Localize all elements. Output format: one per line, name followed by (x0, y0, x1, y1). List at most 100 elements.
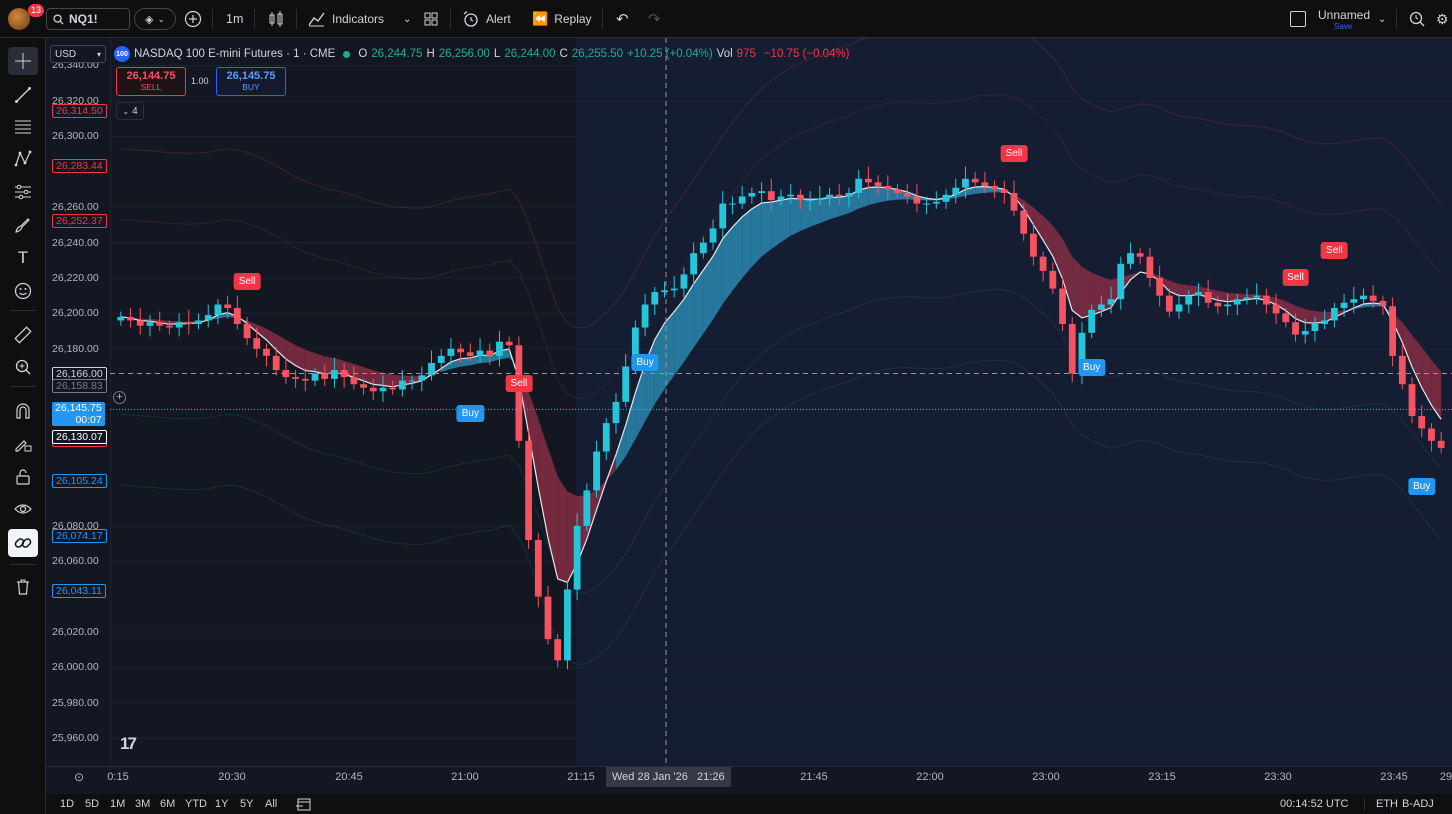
divider (1396, 9, 1397, 29)
current-price: 26,145.75 (55, 402, 102, 415)
candle-body (1301, 331, 1309, 335)
symbol-search[interactable]: NQ1! (46, 0, 130, 38)
add-symbol-button[interactable] (184, 0, 202, 38)
ma-cloud-segment (480, 355, 490, 364)
price-chart[interactable] (46, 38, 1452, 766)
range-button-5d[interactable]: 5D (85, 794, 99, 814)
crosshair-tool[interactable] (8, 47, 38, 75)
candle-body (1418, 416, 1426, 429)
text-tool[interactable]: T (8, 244, 38, 272)
range-button-1d[interactable]: 1D (60, 794, 74, 814)
ma-cloud-segment (829, 197, 840, 220)
candle-body (845, 192, 853, 197)
projection-tool[interactable] (8, 178, 38, 206)
candle-body (573, 525, 581, 590)
crosshair-time-label: Wed 28 Jan '26 21:26 (606, 767, 731, 787)
time-axis[interactable]: ⊙ 0:15 20:30 20:45 21:00 21:15 21:45 22:00 23:0… (46, 766, 1452, 794)
ma-cloud-segment (800, 198, 811, 232)
lock-drawings-tool[interactable] (8, 463, 38, 491)
chart-legend[interactable]: 100 NASDAQ 100 E-mini Futures · 1 · CME … (114, 46, 850, 62)
sell-signal-label: Sell (1321, 242, 1348, 260)
candle-body (709, 228, 717, 243)
layout-checkbox[interactable] (1290, 0, 1306, 38)
trend-line-tool[interactable] (8, 81, 38, 109)
add-alert-plus-icon[interactable]: + (113, 391, 126, 404)
brush-tool[interactable] (8, 211, 38, 239)
stay-drawing-tool[interactable] (8, 430, 38, 458)
alert-button[interactable]: Alert (462, 0, 511, 38)
remove-drawings-tool[interactable] (8, 573, 38, 601)
candle-body (1195, 292, 1202, 296)
avatar (8, 8, 30, 30)
adjustment-button[interactable]: B-ADJ (1402, 794, 1434, 814)
quick-search-button[interactable] (1408, 0, 1426, 38)
pattern-tool[interactable] (8, 145, 38, 173)
ma-cloud-segment (315, 352, 325, 375)
compare-menu-button[interactable]: ◈ ⌄ (134, 0, 176, 38)
candle-body (981, 182, 989, 186)
trend-line-icon (15, 87, 31, 103)
chevron-down-icon[interactable]: ⌄ (1378, 0, 1386, 38)
indicators-button[interactable]: Indicators ⌄ (308, 0, 411, 38)
candle-body (971, 178, 979, 183)
indicators-collapse-button[interactable]: ⌄ 4 (116, 102, 144, 120)
order-quantity[interactable]: 1.00 (191, 76, 209, 86)
currency-select[interactable]: USD ▾ (50, 45, 106, 63)
unlock-icon (16, 469, 30, 485)
chevron-down-icon: ⌄ (403, 13, 412, 25)
ma-cloud-segment (839, 195, 849, 217)
user-avatar[interactable]: 13 (8, 0, 45, 38)
utc-clock[interactable]: 00:14:52 UTC (1280, 794, 1348, 814)
divider (10, 310, 36, 311)
magnet-tool[interactable] (8, 397, 38, 425)
sync-drawings-tool[interactable] (8, 529, 38, 557)
layouts-button[interactable] (424, 0, 438, 38)
sell-button[interactable]: 26,144.75 SELL (116, 67, 186, 96)
hide-drawings-tool[interactable] (8, 495, 38, 523)
open-value: 26,244.75 (371, 48, 423, 60)
session-button[interactable]: ETH (1376, 794, 1398, 814)
candle-body (544, 596, 552, 640)
range-button-3m[interactable]: 3M (135, 794, 150, 814)
candle-body (156, 322, 164, 326)
price-tick-label: 26,220.00 (52, 271, 99, 284)
undo-button[interactable]: ↶ (616, 0, 629, 38)
replay-button[interactable]: ⏪ Replay (532, 0, 592, 38)
date-range-button[interactable] (296, 794, 312, 814)
range-button-6m[interactable]: 6M (160, 794, 175, 814)
symbol-title[interactable]: NASDAQ 100 E-mini Futures · 1 · CME (134, 48, 335, 60)
magnet-icon (16, 403, 30, 419)
chevron-down-icon: ⌄ (122, 106, 130, 116)
emoji-tool[interactable] (8, 277, 38, 305)
settings-circle-icon[interactable]: ⊙ (74, 770, 84, 784)
interval-button[interactable]: 1m (226, 0, 243, 38)
range-button-1y[interactable]: 1Y (215, 794, 228, 814)
range-button-ytd[interactable]: YTD (185, 794, 207, 814)
candle-body (894, 189, 901, 193)
fib-tool[interactable] (8, 113, 38, 141)
candle-body (699, 242, 707, 254)
settings-button[interactable]: ⚙ (1436, 0, 1449, 38)
chart-type-button[interactable] (268, 0, 284, 38)
ma-cloud-segment (742, 208, 752, 279)
candle-body (593, 451, 600, 491)
redo-button[interactable]: ↷ (648, 0, 661, 38)
price-tick-label: 26,240.00 (52, 236, 99, 249)
candle-body (1175, 304, 1183, 312)
price-level-badge: 26,043.11 (52, 584, 106, 599)
diamond-icon: ◈ (144, 13, 154, 26)
range-button-1m[interactable]: 1M (110, 794, 125, 814)
low-label: L (493, 48, 501, 60)
candle-body (233, 308, 241, 324)
candle-body (602, 423, 610, 452)
zoom-tool[interactable] (8, 353, 38, 381)
candle-body (1224, 304, 1231, 307)
candle-body (311, 373, 319, 381)
ruler-tool[interactable] (8, 321, 38, 349)
buy-button[interactable]: 26,145.75 BUY (216, 67, 286, 96)
range-button-all[interactable]: All (265, 794, 277, 814)
layout-name-button[interactable]: Unnamed Save (1318, 0, 1370, 38)
range-button-5y[interactable]: 5Y (240, 794, 253, 814)
candle-body (923, 203, 931, 205)
chart-pane[interactable]: 26,340.00 26,320.00 26,300.00 26,260.00 26,2… (46, 38, 1452, 766)
